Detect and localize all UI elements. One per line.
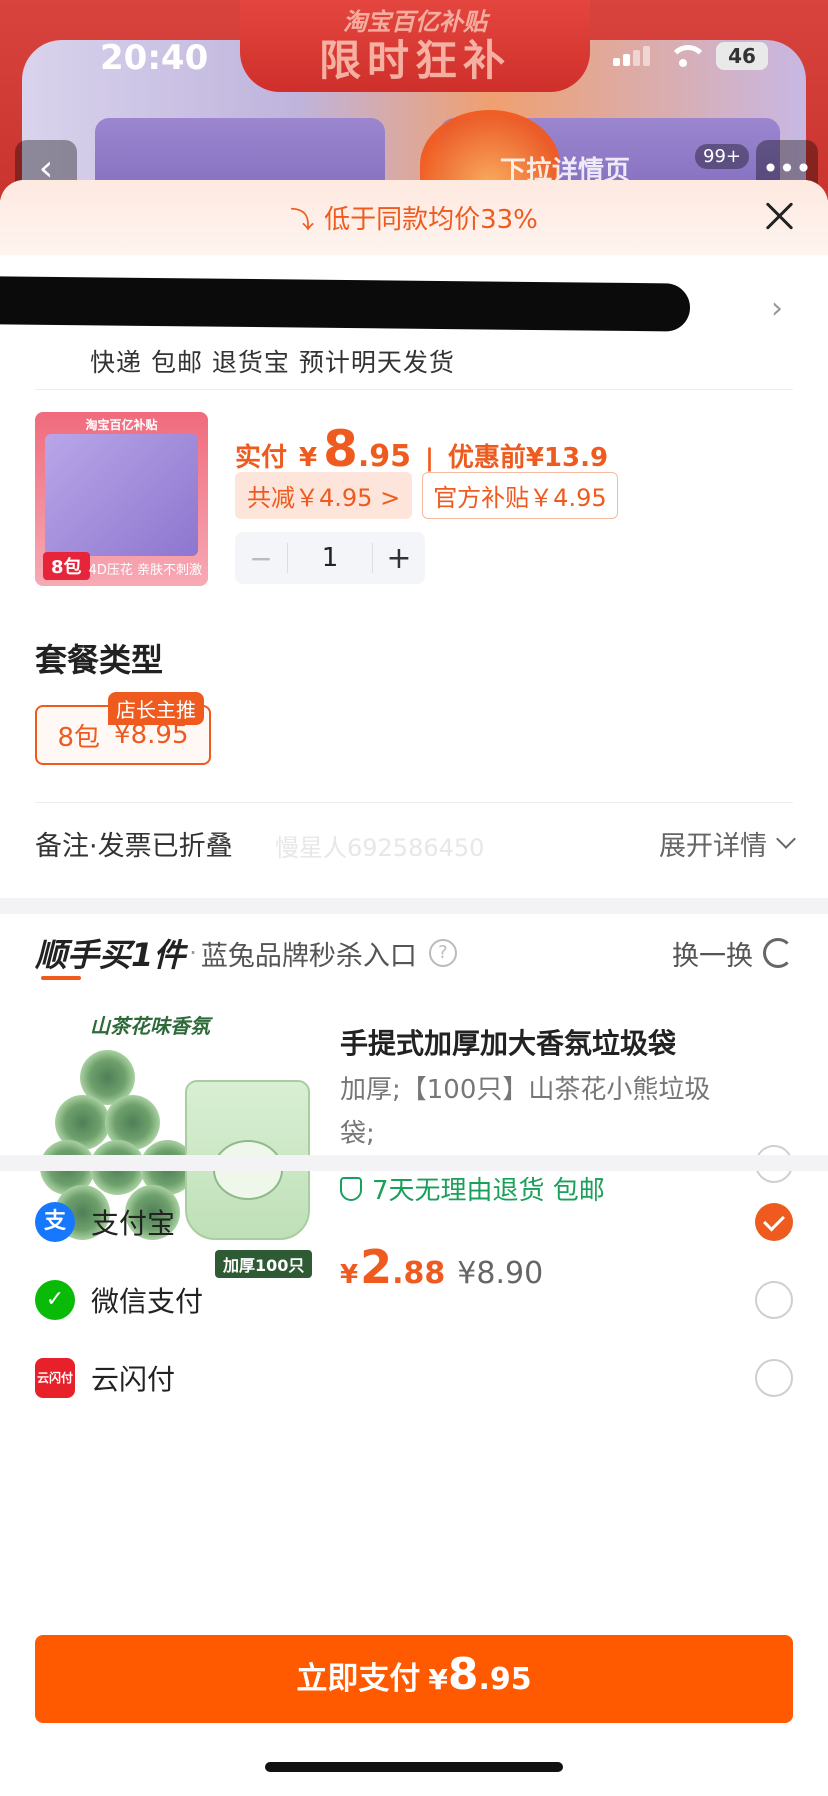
help-icon[interactable]: ? [428,939,457,967]
pay-button-decimal: .95 [478,1662,532,1697]
payment-wechat[interactable]: ✓ 微信支付 [35,1260,793,1340]
payment-radio-checked[interactable] [755,1203,793,1241]
addon-dot: · [189,939,197,967]
payment-label: 微信支付 [91,1285,204,1318]
status-indicators: 46 [613,42,768,70]
decrease-button[interactable]: − [235,542,287,575]
expand-details-label: 展开详情 [659,830,767,862]
payment-alipay[interactable]: 支 支付宝 [35,1182,793,1262]
battery-icon: 46 [716,42,768,70]
tissue-pack-image [45,434,198,556]
cellular-signal-icon [613,46,650,66]
payment-label: 云闪付 [91,1363,176,1396]
price-currency: ¥ [299,443,318,473]
thumb-pack-tag: 8包 [43,552,90,580]
price-integer: 8 [323,420,358,478]
section-gap [0,898,828,914]
home-indicator[interactable] [265,1762,563,1772]
redacted-address [0,276,690,332]
expand-details[interactable]: 展开详情 [659,824,796,863]
price-decimal: .95 [357,439,412,474]
payment-label: 支付宝 [91,1207,176,1240]
pay-now-button[interactable]: 立即支付 ¥ 8 .95 [35,1635,793,1723]
trend-down-icon: ⤵ [290,206,315,234]
price-banner: ⤵ 低于同款均价33% [0,180,828,255]
wechat-pay-icon: ✓ [35,1280,75,1320]
payment-unionpay[interactable]: 云闪付 云闪付 [35,1338,793,1418]
ribbon-title: 限时狂补 [318,36,511,85]
addon-header: 顺手买1件 · 蓝兔品牌秒杀入口 ? 换一换 [35,925,793,981]
art-title: 山茶花味香氛 [90,1014,210,1038]
background-product-page: 淘宝百亿补贴 限时狂补 20:40 46 ‹ 下拉详情页 99+ ••• [0,0,828,200]
addon-brand: 顺手买1件 [35,930,185,980]
package-option-name: 8包 [57,722,101,753]
swap-button[interactable]: 换一换 [672,934,793,973]
close-button[interactable] [762,198,798,234]
address-section[interactable]: 快递 包邮 退货宝 预计明天发货 › [0,255,828,390]
thumb-head: 淘宝百亿补贴 [85,418,158,432]
wifi-icon [668,45,708,67]
ribbon-subtitle: 淘宝百亿补贴 [343,8,487,36]
actual-price: 实付 ¥ 8 .95 | 优惠前¥13.9 [235,420,608,478]
payment-radio[interactable] [755,1281,793,1319]
addon-spec: 加厚;【100只】山茶花小熊垃圾袋; [340,1075,711,1149]
pay-button-label: 立即支付 [296,1661,421,1697]
price-separator: | [425,444,434,472]
swap-label: 换一换 [672,940,753,972]
thumb-caption: 4D压花 亲肤不刺激 [88,563,202,578]
addon-title: 手提式加厚加大香氛垃圾袋 [340,1027,677,1060]
official-subsidy-chip: 官方补贴￥4.95 [422,472,618,519]
unionpay-icon: 云闪付 [35,1358,75,1398]
pay-button-integer: 8 [447,1649,479,1700]
payment-radio[interactable] [755,1359,793,1397]
chevron-down-icon [776,829,796,849]
price-label: 实付 [235,443,288,473]
recommended-badge: 店长主推 [108,692,204,725]
product-summary: 淘宝百亿补贴 8包 4D压花 亲肤不刺激 实付 ¥ 8 .95 | 优惠前¥13… [35,412,795,602]
total-discount-chip[interactable]: 共减￥4.95 > [235,472,413,519]
package-type-title: 套餐类型 [35,641,164,679]
section-gap [0,1155,828,1171]
quantity-stepper: − 1 + [235,532,425,584]
status-time: 20:40 [100,38,209,78]
watermark: 慢星人692586450 [275,834,485,862]
divider [35,389,793,390]
note-invoice-label: 备注·发票已折叠 [35,830,233,862]
addon-subtitle[interactable]: 蓝兔品牌秒杀入口 [201,934,417,973]
increase-button[interactable]: + [373,541,425,576]
promo-ribbon: 淘宝百亿补贴 限时狂补 [240,0,590,92]
alipay-icon: 支 [35,1202,75,1242]
shipping-info: 快递 包邮 退货宝 预计明天发货 [90,348,455,377]
refresh-icon [763,938,793,968]
pay-button-currency: ¥ [428,1663,448,1696]
chevron-right-icon: › [771,291,783,326]
product-thumbnail: 淘宝百亿补贴 8包 4D压花 亲肤不刺激 [35,412,208,586]
message-count-badge: 99+ [695,144,749,169]
discount-chips: 共减￥4.95 > 官方补贴￥4.95 [235,472,618,519]
price-banner-text: 低于同款均价33% [324,205,538,235]
original-price: 优惠前¥13.9 [447,443,609,473]
checkout-sheet: ⤵ 低于同款均价33% 快递 包邮 退货宝 预计明天发货 › 淘宝百亿补贴 8包… [0,180,828,1796]
quantity-value[interactable]: 1 [287,543,373,573]
